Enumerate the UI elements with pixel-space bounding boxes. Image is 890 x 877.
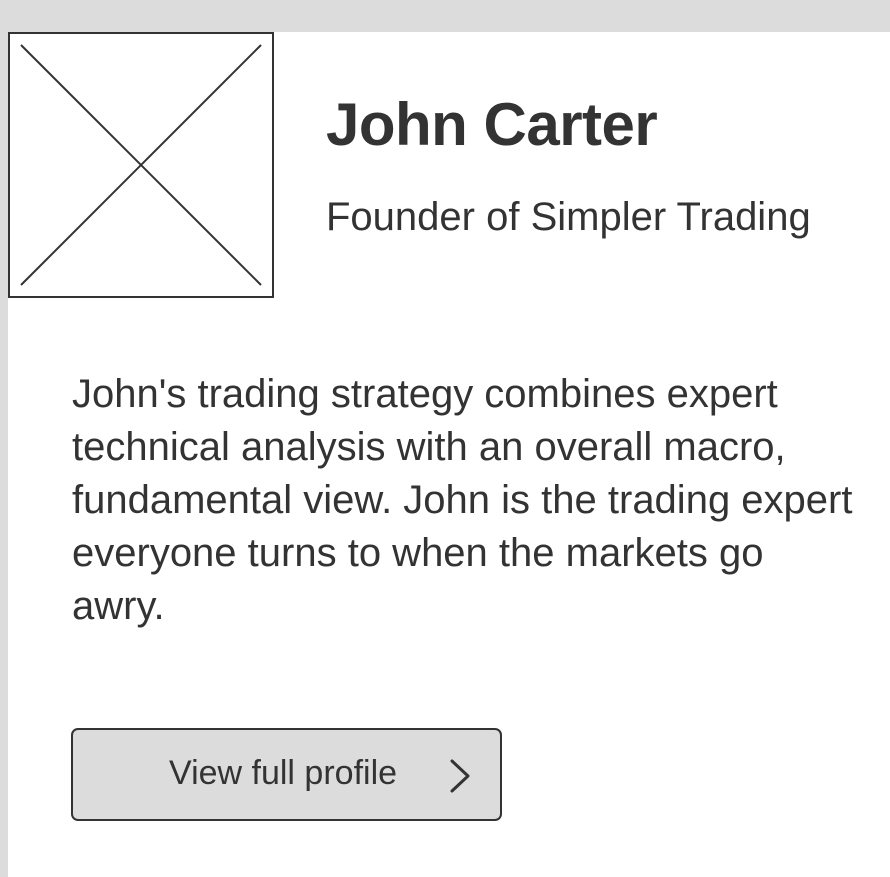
profile-title: Founder of Simpler Trading — [326, 195, 811, 239]
view-full-profile-label: View full profile — [169, 754, 398, 792]
avatar — [8, 32, 274, 298]
image-placeholder-icon — [20, 44, 262, 286]
view-full-profile-button[interactable]: View full profile — [71, 728, 502, 821]
profile-bio: John's trading strategy combines expert … — [72, 372, 853, 628]
chevron-right-icon — [450, 759, 470, 793]
profile-card: John Carter Founder of Simpler Trading J… — [8, 32, 890, 877]
profile-name: John Carter — [326, 91, 658, 158]
